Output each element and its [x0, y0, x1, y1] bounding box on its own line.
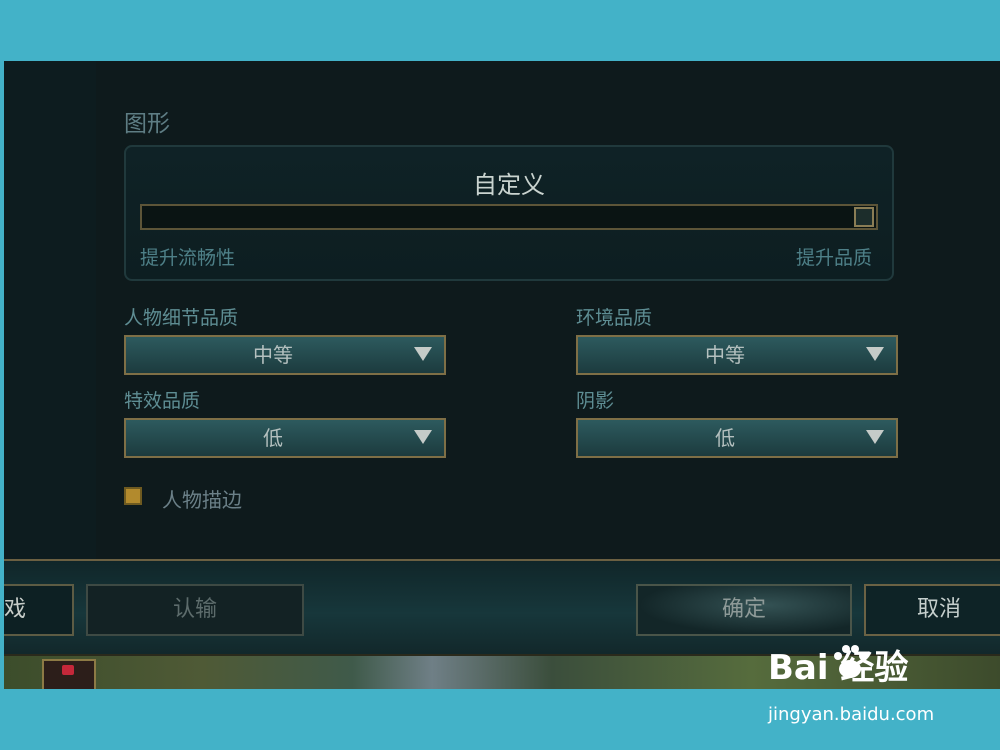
environment-quality-label: 环境品质 [576, 307, 653, 329]
quality-preset-box: 自定义 提升流畅性 提升品质 [124, 145, 894, 281]
dropdown-value: 中等 [705, 343, 745, 367]
slider-caption-right: 提升品质 [795, 247, 872, 269]
dropdown-arrow-icon [414, 347, 432, 361]
slider-caption-left: 提升流畅性 [140, 247, 236, 269]
character-quality-label: 人物细节品质 [124, 307, 239, 329]
dropdown-arrow-icon [414, 430, 432, 444]
left-rail [4, 61, 97, 559]
paw-icon [834, 645, 867, 678]
dropdown-value: 中等 [253, 343, 293, 367]
dropdown-value: 低 [263, 426, 283, 450]
preset-name: 自定义 [473, 171, 545, 199]
shadow-dropdown[interactable]: 低 [576, 418, 898, 458]
dropdown-value: 低 [715, 426, 735, 450]
section-title: 图形 [124, 111, 170, 137]
effects-quality-label: 特效品质 [124, 390, 201, 412]
confirm-button[interactable]: 确定 [636, 584, 852, 636]
outline-checkbox[interactable] [124, 487, 142, 505]
surrender-button[interactable]: 认输 [86, 584, 304, 636]
cancel-button[interactable]: 取消 [864, 584, 1000, 636]
graphics-settings-panel: 图形 自定义 提升流畅性 提升品质 人物细节品质 中等 环境品质 中等 特效品质… [96, 61, 1000, 559]
quality-slider[interactable] [140, 204, 878, 230]
environment-quality-dropdown[interactable]: 中等 [576, 335, 898, 375]
settings-screenshot: 图形 自定义 提升流畅性 提升品质 人物细节品质 中等 环境品质 中等 特效品质… [4, 61, 1000, 689]
effects-quality-dropdown[interactable]: 低 [124, 418, 446, 458]
dropdown-arrow-icon [866, 347, 884, 361]
left-partial-button[interactable]: 戏 [4, 584, 74, 636]
watermark-url: jingyan.baidu.com [768, 704, 935, 725]
game-hud-icon [42, 659, 96, 689]
baidu-watermark: Bai 经验 jingyan.baidu.com [768, 640, 998, 730]
outline-checkbox-label: 人物描边 [162, 488, 242, 512]
dropdown-arrow-icon [866, 430, 884, 444]
shadow-label: 阴影 [576, 390, 615, 412]
slider-handle[interactable] [854, 207, 874, 227]
character-quality-dropdown[interactable]: 中等 [124, 335, 446, 375]
